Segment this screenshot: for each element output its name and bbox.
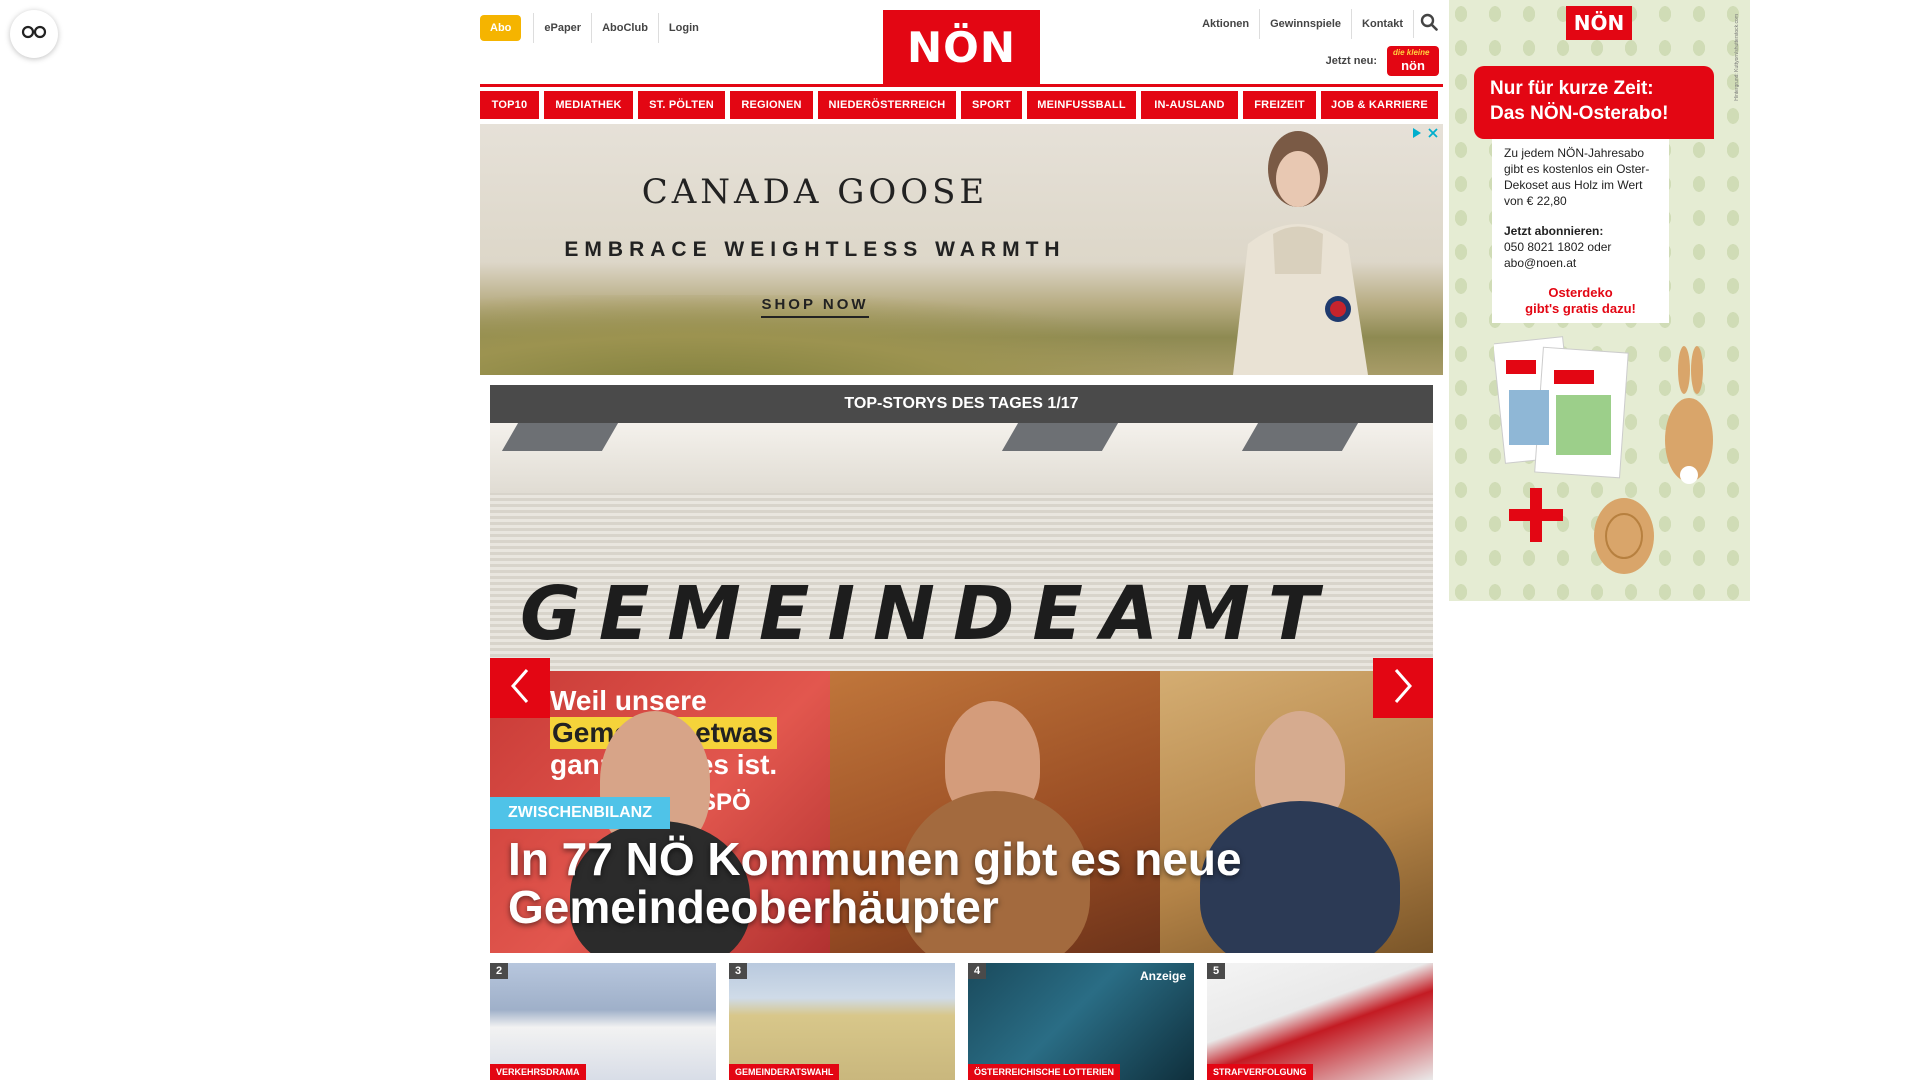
kontakt-link[interactable]: Kontakt — [1351, 9, 1413, 39]
slider-next-button[interactable] — [1373, 658, 1433, 718]
accessibility-button[interactable] — [10, 10, 58, 58]
utility-nav-right: Aktionen Gewinnspiele Kontakt — [1192, 9, 1443, 39]
ad-choices[interactable] — [1411, 126, 1439, 144]
nav-item-regionen[interactable]: REGIONEN — [730, 91, 813, 119]
nav-item-top10[interactable]: TOP10 — [480, 91, 539, 119]
newspaper-stack-image — [1494, 336, 1629, 479]
glasses-icon — [21, 25, 47, 44]
ad-close-icon[interactable] — [1427, 126, 1439, 144]
side-ad-headline-line: Nur für kurze Zeit: — [1490, 78, 1654, 99]
nav-item-job-karriere[interactable]: JOB & KARRIERE — [1321, 91, 1438, 119]
side-ad-body: Zu jedem NÖN-Jahresabo gibt es kostenlos… — [1504, 146, 1650, 208]
utility-nav-left: Abo ePaper AboClub Login — [480, 13, 709, 43]
hero-headline[interactable]: In 77 NÖ Kommunen gibt es neue Gemeindeo… — [508, 835, 1368, 931]
top-stories-header: TOP-STORYS DES TAGES 1/17 — [490, 385, 1433, 423]
side-ad-highlight-line: gibt's gratis dazu! — [1525, 301, 1636, 316]
banner-model-image — [1233, 131, 1368, 375]
story-thumbnail[interactable]: 3 GEMEINDERATSWAHL — [729, 963, 955, 1080]
slider-prev-button[interactable] — [490, 658, 550, 718]
side-ad-headline: Nur für kurze Zeit: Das NÖN-Osterabo! — [1474, 66, 1714, 139]
story-thumbnails: 2 VERKEHRSDRAMA 3 GEMEINDERATSWAHL 4 Anz… — [490, 963, 1433, 1080]
jetzt-neu-label: Jetzt neu: — [1325, 55, 1377, 67]
search-button[interactable] — [1413, 10, 1443, 38]
abo-button[interactable]: Abo — [480, 15, 522, 41]
login-link[interactable]: Login — [659, 13, 709, 43]
story-category: STRAFVERFOLGUNG — [1207, 1064, 1313, 1080]
nav-item-st-poelten[interactable]: ST. PÖLTEN — [638, 91, 725, 119]
main-nav: TOP10 MEDIATHEK ST. PÖLTEN REGIONEN NIED… — [480, 91, 1443, 119]
story-number: 2 — [490, 963, 509, 979]
kleine-noen-logo-main: nön — [1401, 58, 1425, 73]
story-thumbnail[interactable]: 5 STRAFVERFOLGUNG — [1207, 963, 1433, 1080]
side-ad-osterabo[interactable]: NÖN Hintergrund: Kuttyorn/shutterstock.c… — [1449, 0, 1750, 601]
banner-ad-tagline: EMBRACE WEIGHTLESS WARMTH — [564, 238, 1066, 261]
hero-window — [1241, 423, 1359, 451]
nav-item-freizeit[interactable]: FREIZEIT — [1243, 91, 1316, 119]
kleine-noen-logo[interactable]: die kleine nön — [1387, 46, 1439, 76]
story-number: 4 — [968, 963, 987, 979]
ad-choices-icon[interactable] — [1411, 126, 1423, 144]
banner-ad-brand: CANADA GOOSE — [641, 172, 989, 212]
banner-ad-cta-label: SHOP NOW — [761, 296, 869, 318]
side-ad-highlight-line: Osterdeko — [1548, 285, 1613, 300]
nav-item-mediathek[interactable]: MEDIATHEK — [544, 91, 633, 119]
story-category: VERKEHRSDRAMA — [490, 1064, 586, 1080]
chevron-left-icon — [509, 668, 531, 709]
banner-ad[interactable]: CANADA GOOSE EMBRACE WEIGHTLESS WARMTH S… — [480, 124, 1443, 375]
hero-window — [501, 423, 619, 451]
story-thumbnail[interactable]: 4 Anzeige ÖSTERREICHISCHE LOTTERIEN — [968, 963, 1194, 1080]
hero-sign: GEMEINDEAMT — [520, 571, 1337, 657]
nav-item-in-ausland[interactable]: IN-AUSLAND — [1141, 91, 1238, 119]
site-logo[interactable]: NÖN — [883, 10, 1040, 84]
wooden-egg-image — [1594, 498, 1654, 574]
side-ad-headline-line: Das NÖN-Osterabo! — [1490, 103, 1669, 124]
hero-category-badge[interactable]: ZWISCHENBILANZ — [490, 797, 670, 829]
nav-item-meinfussball[interactable]: MEINFUSSBALL — [1027, 91, 1136, 119]
site-container: Abo ePaper AboClub Login NÖN Aktionen Ge… — [480, 0, 1443, 1080]
story-number: 5 — [1207, 963, 1226, 979]
search-icon — [1420, 13, 1438, 36]
plus-icon — [1509, 488, 1563, 542]
side-ad-cta-label: Jetzt abonnieren: — [1504, 224, 1604, 238]
aboclub-link[interactable]: AboClub — [592, 13, 659, 43]
chevron-right-icon — [1392, 668, 1414, 709]
hero-window — [1001, 423, 1119, 451]
wooden-bunny-image — [1665, 346, 1713, 484]
side-ad-contact: 050 8021 1802 oder abo@noen.at — [1504, 240, 1612, 270]
story-category: ÖSTERREICHISCHE LOTTERIEN — [968, 1064, 1121, 1080]
ad-label: Anzeige — [1139, 969, 1186, 983]
story-thumbnail[interactable]: 2 VERKEHRSDRAMA — [490, 963, 716, 1080]
jetzt-neu-promo: Jetzt neu: die kleine nön — [1326, 46, 1439, 76]
epaper-link[interactable]: ePaper — [533, 13, 593, 43]
header-divider — [480, 84, 1443, 87]
banner-ad-cta[interactable]: SHOP NOW — [480, 296, 1150, 318]
side-ad-credit: Hintergrund: Kuttyorn/shutterstock.com — [1734, 14, 1740, 101]
nav-item-niederoesterreich[interactable]: NIEDERÖSTERREICH — [818, 91, 956, 119]
aktionen-link[interactable]: Aktionen — [1192, 9, 1259, 39]
gewinnspiele-link[interactable]: Gewinnspiele — [1259, 9, 1351, 39]
story-category: GEMEINDERATSWAHL — [729, 1064, 840, 1080]
kleine-noen-logo-small: die kleine — [1393, 48, 1430, 57]
nav-item-sport[interactable]: SPORT — [961, 91, 1022, 119]
side-ad-logo: NÖN — [1566, 6, 1632, 40]
side-ad-textbox: Zu jedem NÖN-Jahresabo gibt es kostenlos… — [1492, 139, 1669, 323]
side-ad-highlight: Osterdeko gibt's gratis dazu! — [1504, 285, 1657, 317]
story-number: 3 — [729, 963, 748, 979]
